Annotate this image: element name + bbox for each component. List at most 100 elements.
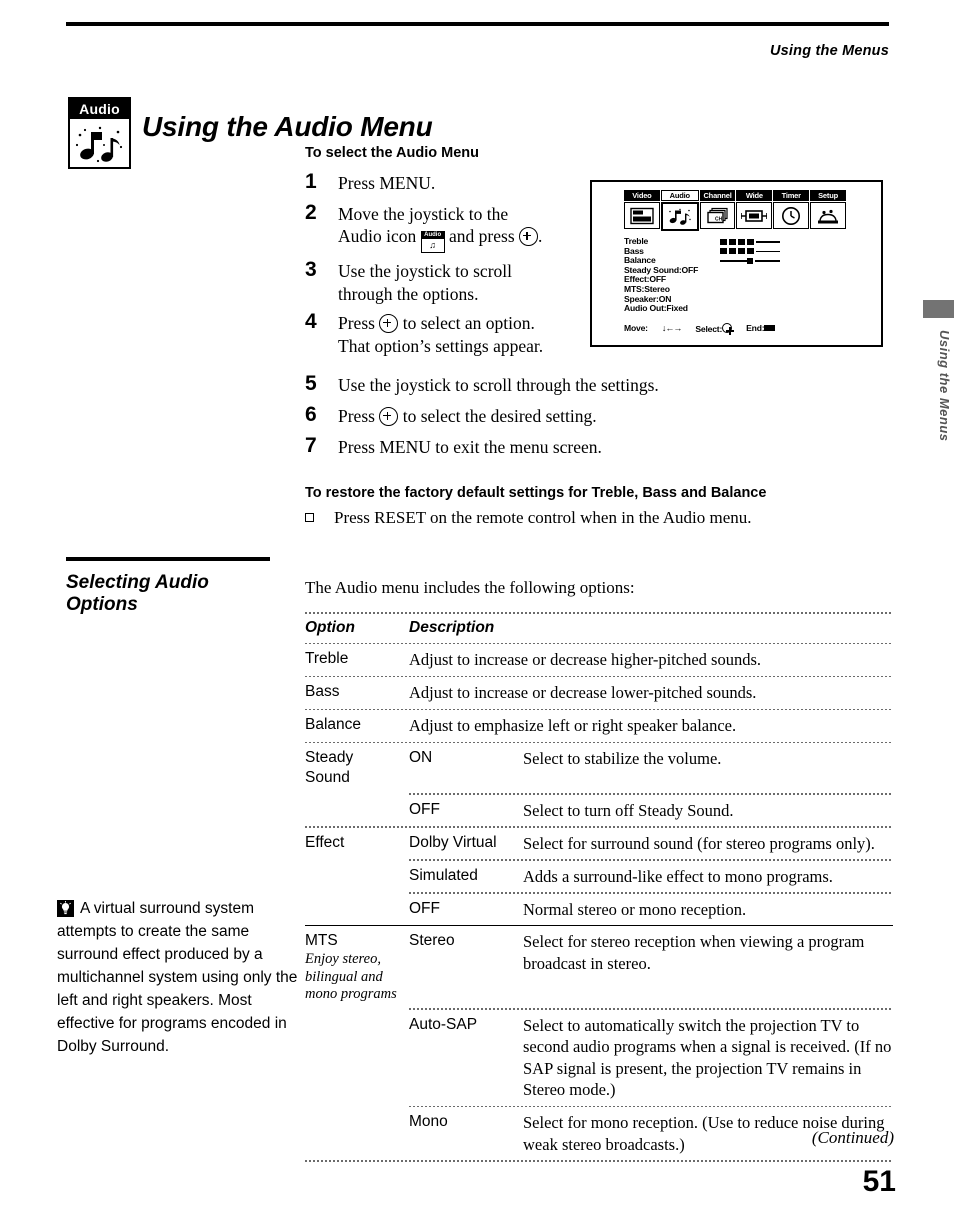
row-value: OFF xyxy=(409,899,440,917)
row-option-label: Balance xyxy=(305,716,362,734)
lightbulb-tip-icon xyxy=(57,900,74,917)
row-option-label: MTS Enjoy stereo, bilingual and mono pro… xyxy=(305,931,409,1003)
step-text: Use the joystick to scroll xyxy=(338,261,513,282)
step-2: 2 Move the joystick to the Audio icon Au… xyxy=(305,201,585,254)
table-row: Mono Select for mono reception. (Use to … xyxy=(305,1107,893,1160)
table-row: Bass Adjust to increase or decrease lowe… xyxy=(305,677,893,708)
step-3: 3 Use the joystick to scroll through the… xyxy=(305,258,585,305)
row-value: OFF xyxy=(409,800,440,818)
tv-tab-wide[interactable]: Wide xyxy=(736,190,773,201)
table-row: Auto-SAP Select to automatically switch … xyxy=(305,1010,893,1106)
row-value: Mono xyxy=(409,1113,448,1131)
row-value: Simulated xyxy=(409,866,478,884)
tv-tab-channel[interactable]: Channel xyxy=(699,190,736,201)
table-row: MTS Enjoy stereo, bilingual and mono pro… xyxy=(305,926,893,1008)
step-text: Press MENU to exit the menu screen. xyxy=(338,437,602,457)
tv-menu-item-treble[interactable]: Treble xyxy=(624,236,846,247)
row-description: Normal stereo or mono reception. xyxy=(523,899,747,919)
table-header-row: Option Description xyxy=(305,614,893,643)
step-4: 4 Press to select an option. That option… xyxy=(305,310,585,357)
tv-menu-item-label: Effect:OFF xyxy=(624,274,666,285)
row-option-label: Treble xyxy=(305,650,349,668)
tv-tab-timer[interactable]: Timer xyxy=(773,190,810,201)
tv-menu-item-bass[interactable]: Bass xyxy=(624,245,846,257)
header-rule xyxy=(66,22,889,26)
step-text-line2: through the options. xyxy=(338,283,479,304)
row-option-label: Steady Sound xyxy=(305,749,354,787)
tv-tab-audio[interactable]: Audio xyxy=(660,190,699,201)
row-description: Select to stabilize the volume. xyxy=(523,749,722,769)
channel-cards-icon[interactable]: CH xyxy=(699,202,736,229)
tv-menu-item-label: Steady Sound:OFF xyxy=(624,264,699,275)
step-text: Use the joystick to scroll through the s… xyxy=(338,375,659,395)
treble-level-bar xyxy=(720,238,782,245)
step-5: 5 Use the joystick to scroll through the… xyxy=(305,372,865,398)
tv-menu-inner: Video Audio Channel Wide Timer Setup CH xyxy=(624,190,846,336)
tv-tab-setup[interactable]: Setup xyxy=(810,190,846,201)
column-header-description: Description xyxy=(409,618,495,636)
tv-menu-item-audio-out[interactable]: Audio Out:Fixed xyxy=(624,303,846,314)
setup-sofa-icon[interactable] xyxy=(810,202,846,229)
step-number: 1 xyxy=(305,170,317,193)
table-row: Balance Adjust to emphasize left or righ… xyxy=(305,710,893,741)
section-title-line2: Options xyxy=(66,594,138,616)
step-1: 1 Press MENU. xyxy=(305,170,585,196)
joystick-press-icon xyxy=(519,227,538,247)
step-text-mid: and press xyxy=(449,226,515,247)
side-tab-label: Using the Menus xyxy=(937,330,952,442)
balance-level-bar xyxy=(720,257,782,264)
wide-screen-icon[interactable] xyxy=(736,202,773,229)
audio-icon-inline: Audio ♫ xyxy=(420,231,445,254)
table-row: Steady Sound ON Select to stabilize the … xyxy=(305,743,893,793)
tv-menu-item-label: Bass xyxy=(624,245,644,256)
restore-defaults-heading: To restore the factory default settings … xyxy=(305,485,767,501)
step-6: 6 Press to select the desired setting. xyxy=(305,403,865,429)
step-number: 3 xyxy=(305,258,317,282)
audio-options-table: Option Description Treble Adjust to incr… xyxy=(305,612,893,1162)
table-rule xyxy=(305,1160,893,1162)
tv-menu-item-label: Audio Out:Fixed xyxy=(624,303,688,314)
tv-menu-settings-list: Treble Bass Balance Steady Sound:OFF Eff… xyxy=(624,236,846,314)
tv-footer-select: Select: xyxy=(695,322,735,336)
step-text: Move the joystick to the xyxy=(338,204,509,224)
step-number: 2 xyxy=(305,201,317,224)
table-row: Treble Adjust to increase or decrease hi… xyxy=(305,644,893,675)
tv-footer-move-arrows: ↓←→ xyxy=(661,323,682,334)
row-description: Adjust to increase or decrease lower-pit… xyxy=(409,683,757,703)
step-text-post: . xyxy=(538,226,543,247)
step-number: 7 xyxy=(305,434,317,457)
row-value: ON xyxy=(409,749,433,767)
clock-icon[interactable] xyxy=(773,202,810,229)
table-row: OFF Normal stereo or mono reception. xyxy=(305,894,893,925)
row-option-spacer xyxy=(305,866,409,887)
page-title: Using the Audio Menu xyxy=(142,110,433,142)
tv-footer-end-label: End: xyxy=(746,323,765,334)
row-description: Select to automatically switch the proje… xyxy=(523,1015,892,1100)
table-row: Simulated Adds a surround-like effect to… xyxy=(305,861,893,892)
step-7: 7 Press MENU to exit the menu screen. xyxy=(305,434,865,460)
video-screen-icon[interactable] xyxy=(624,202,660,229)
music-notes-icon: ♫ xyxy=(429,240,437,251)
step-number: 6 xyxy=(305,403,317,426)
row-description: Select to turn off Steady Sound. xyxy=(523,800,734,820)
step-text: Press MENU. xyxy=(338,173,436,193)
tv-menu-item-label: Speaker:ON xyxy=(624,293,672,304)
steps-list-continued: 5 Use the joystick to scroll through the… xyxy=(305,372,865,467)
music-notes-icon[interactable] xyxy=(660,202,699,231)
audio-badge-label: Audio xyxy=(70,99,129,119)
step-text-mid: to select the desired setting. xyxy=(402,406,597,426)
tv-menu-item-label: Treble xyxy=(624,236,649,246)
row-description: Adds a surround-like effect to mono prog… xyxy=(523,866,833,886)
running-head: Using the Menus xyxy=(769,43,889,59)
svg-text:CH: CH xyxy=(715,216,723,222)
row-value: Stereo xyxy=(409,932,455,950)
tv-menu-tabbar: Video Audio Channel Wide Timer Setup xyxy=(624,190,846,201)
bass-level-bar xyxy=(720,248,782,255)
row-option-spacer xyxy=(305,1015,409,1101)
restore-bullet-text: Press RESET on the remote control when i… xyxy=(334,508,752,527)
restore-defaults-bullet: Press RESET on the remote control when i… xyxy=(305,508,752,528)
tv-tab-video[interactable]: Video xyxy=(624,190,660,201)
table-row: Effect Dolby Virtual Select for surround… xyxy=(305,828,893,859)
tv-menu-footer: Move: ↓←→ Select: End: xyxy=(624,322,846,336)
row-option-spacer xyxy=(305,899,409,920)
